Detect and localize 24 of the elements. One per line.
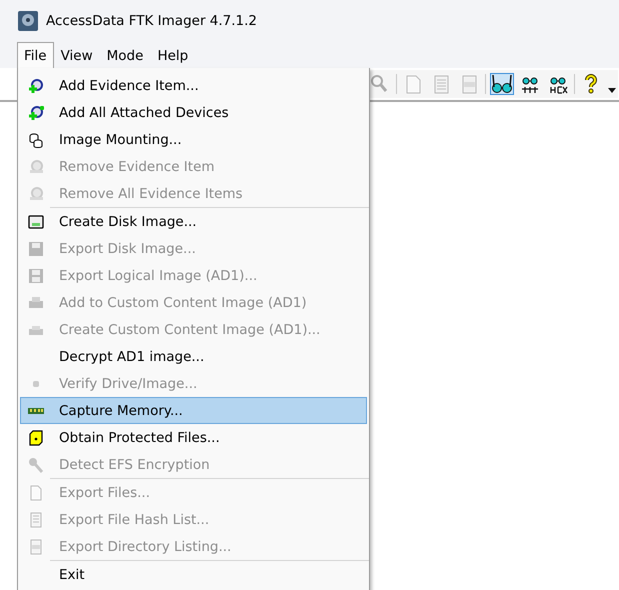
menu-item[interactable]: Add All Attached Devices xyxy=(20,99,367,126)
menu-item[interactable]: Image Mounting... xyxy=(20,126,367,153)
menu-item[interactable]: Create Disk Image... xyxy=(20,208,367,235)
app-icon xyxy=(18,11,38,31)
menu-bar-item[interactable]: Mode xyxy=(100,42,150,68)
menu-bar-item[interactable]: File xyxy=(17,42,54,68)
glasses-icon xyxy=(492,74,512,94)
document-icon xyxy=(28,484,44,500)
menu-item[interactable]: Capture Memory... xyxy=(20,397,367,424)
window-title: AccessData FTK Imager 4.7.1.2 xyxy=(46,13,258,29)
glasses-button[interactable] xyxy=(490,73,514,95)
menu-item[interactable]: Obtain Protected Files... xyxy=(20,424,367,451)
cube-icon xyxy=(28,430,44,446)
directory-document-icon xyxy=(28,538,44,554)
text-document-icon xyxy=(28,512,44,528)
printer-icon xyxy=(28,294,44,310)
magnifier-plus-icon xyxy=(28,104,44,120)
magnifier-plus-icon xyxy=(28,78,44,94)
menu-bar-item[interactable]: Help xyxy=(150,42,196,68)
menu-bar-item[interactable]: View xyxy=(54,42,100,68)
menu-item[interactable]: Exit xyxy=(20,561,367,588)
overflow-arrow-icon[interactable] xyxy=(607,88,617,94)
menu-item[interactable]: Add Evidence Item... xyxy=(20,72,367,99)
menu-item[interactable]: Decrypt AD1 image... xyxy=(20,343,367,370)
